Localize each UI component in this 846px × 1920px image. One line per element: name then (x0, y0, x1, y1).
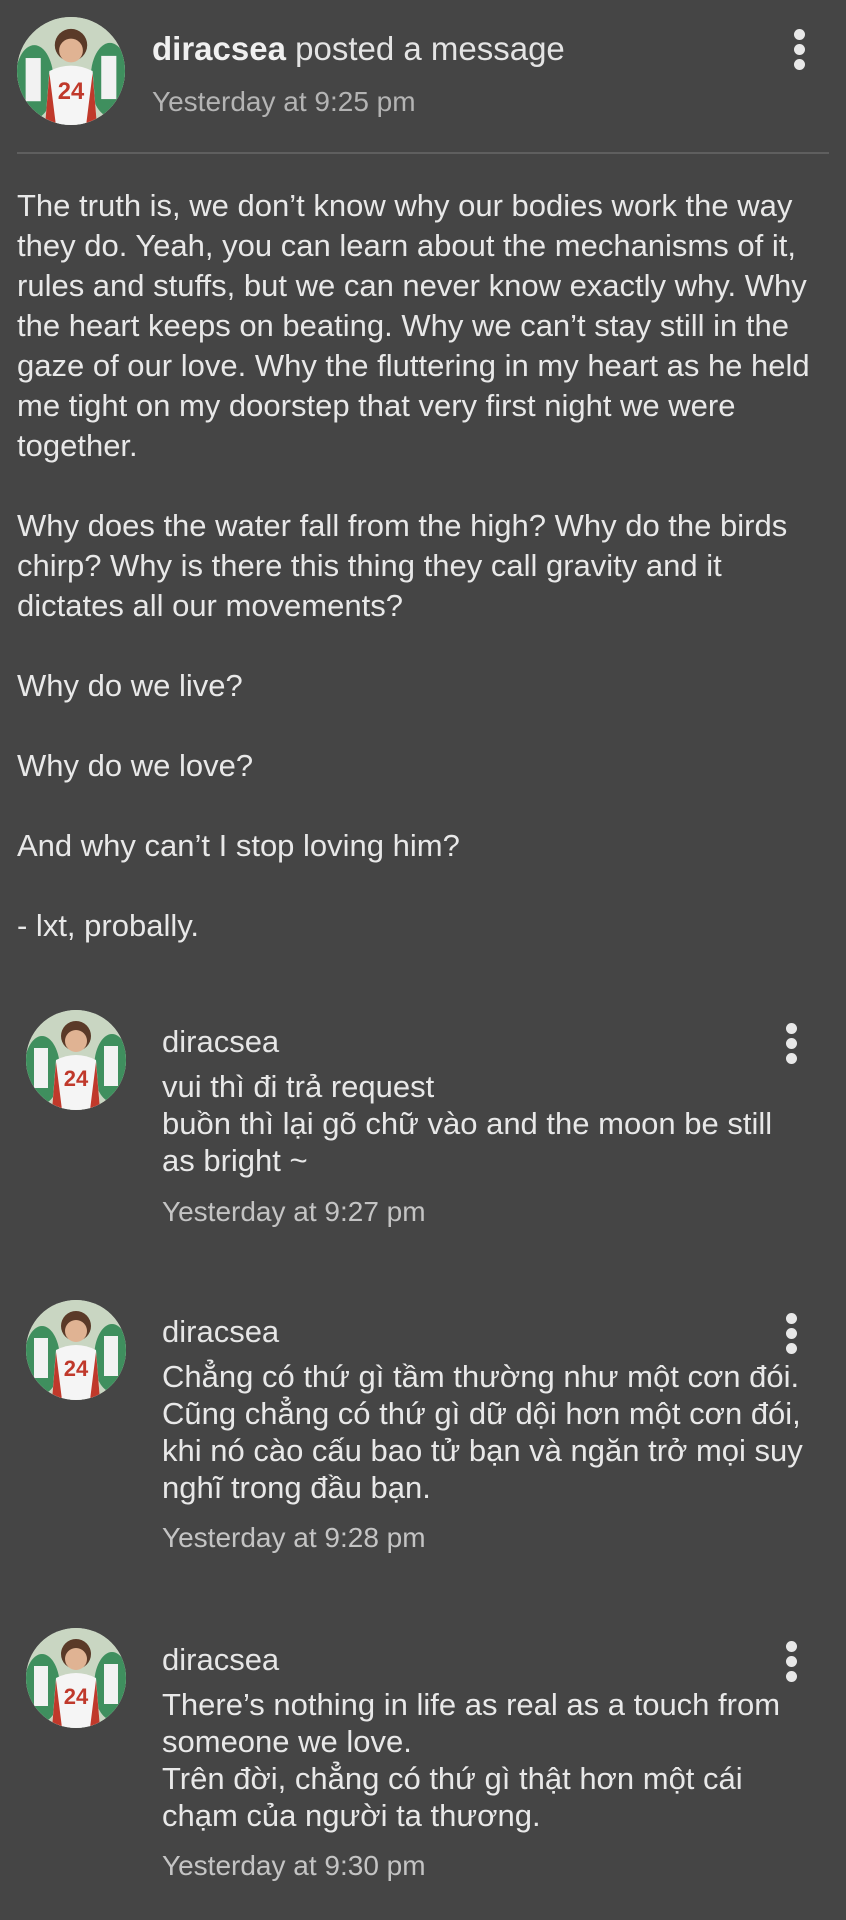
comment-text: Chẳng có thứ gì tầm thường như một cơn đ… (162, 1359, 803, 1505)
comment-timestamp: Yesterday at 9:30 pm (162, 1850, 426, 1881)
comment-text: There’s nothing in life as real as a tou… (162, 1687, 781, 1833)
comment-timestamp: Yesterday at 9:28 pm (162, 1522, 426, 1553)
comment-item: 24 diracsea There’s nothing in life as r… (0, 1628, 846, 1888)
divider (17, 152, 829, 154)
post-paragraph: Why do we live? (17, 668, 243, 703)
more-vertical-icon[interactable] (788, 28, 812, 72)
post-paragraph: - lxt, probally. (17, 908, 200, 943)
post-timestamp: Yesterday at 9:25 pm (152, 86, 416, 117)
avatar-image: 24 (26, 1010, 126, 1110)
post-header: 24 diracsea posted a message Yesterday a… (0, 0, 846, 150)
post-paragraph: And why can’t I stop loving him? (17, 828, 460, 863)
svg-text:24: 24 (64, 1684, 89, 1709)
comment-author[interactable]: diracsea (162, 1312, 279, 1352)
avatar-image: 24 (26, 1300, 126, 1400)
post-action: posted a message (295, 30, 565, 67)
avatar[interactable]: 24 (26, 1010, 126, 1110)
more-vertical-icon[interactable] (780, 1022, 804, 1066)
svg-text:24: 24 (64, 1356, 89, 1381)
comment-item: 24 diracsea vui thì đi trả request buồn … (0, 1010, 846, 1240)
more-vertical-icon[interactable] (780, 1312, 804, 1356)
comment-author[interactable]: diracsea (162, 1022, 279, 1062)
svg-text:24: 24 (58, 78, 85, 105)
post-author[interactable]: diracsea (152, 30, 286, 67)
avatar-image: 24 (17, 17, 125, 125)
comment-item: 24 diracsea Chẳng có thứ gì tầm thường n… (0, 1300, 846, 1560)
comment-text: vui thì đi trả request buồn thì lại gõ c… (162, 1069, 773, 1178)
post-paragraph: The truth is, we don’t know why our bodi… (17, 188, 810, 463)
post-title: diracsea posted a message (152, 28, 565, 70)
avatar[interactable]: 24 (26, 1300, 126, 1400)
avatar-image: 24 (26, 1628, 126, 1728)
avatar[interactable]: 24 (17, 17, 125, 125)
post-paragraph: Why do we love? (17, 748, 254, 783)
post-body: The truth is, we don’t know why our bodi… (17, 186, 829, 986)
more-vertical-icon[interactable] (780, 1640, 804, 1684)
avatar[interactable]: 24 (26, 1628, 126, 1728)
comment-timestamp: Yesterday at 9:27 pm (162, 1196, 426, 1227)
svg-text:24: 24 (64, 1066, 89, 1091)
comment-author[interactable]: diracsea (162, 1640, 279, 1680)
post-paragraph: Why does the water fall from the high? W… (17, 508, 788, 623)
